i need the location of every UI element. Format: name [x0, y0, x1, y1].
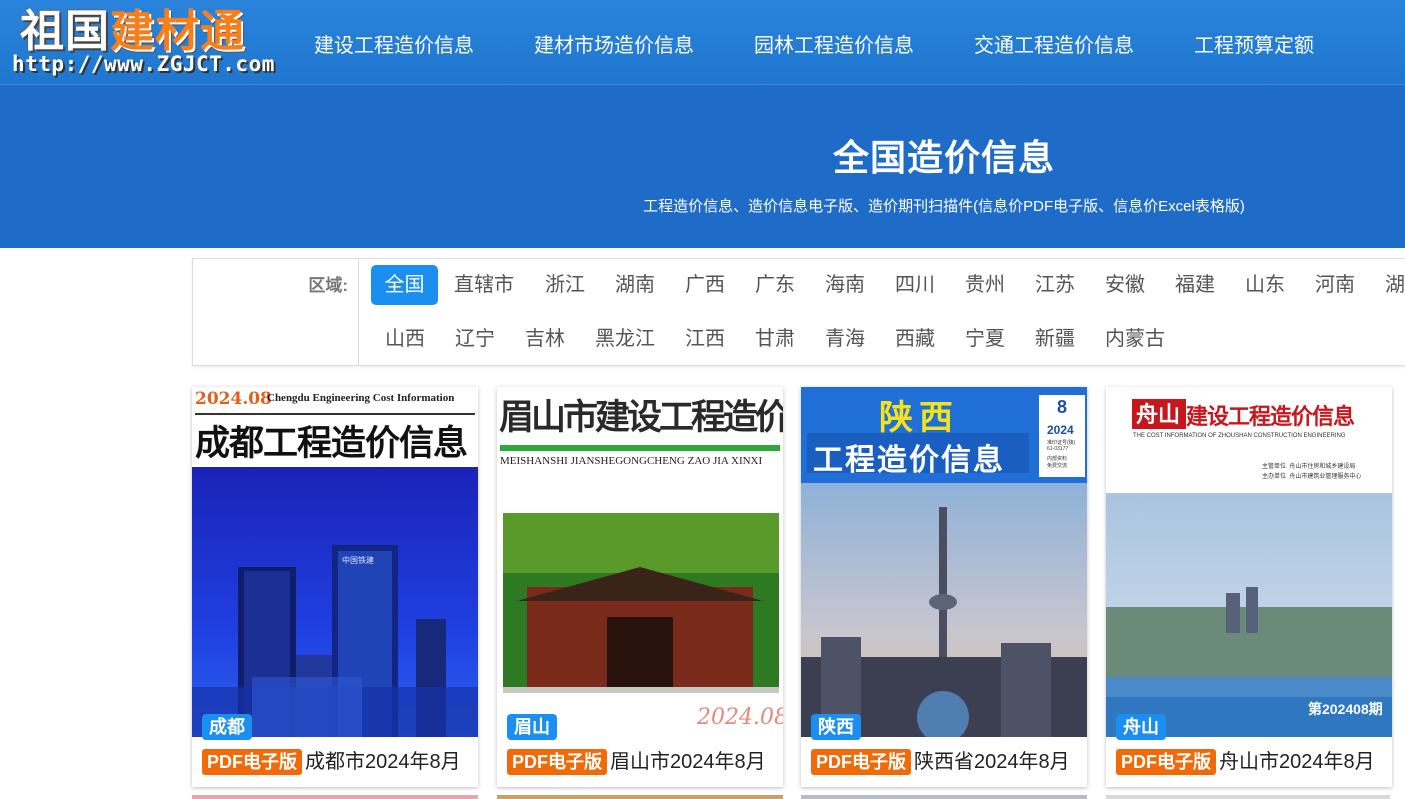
region-shandong[interactable]: 山东: [1233, 265, 1297, 305]
cover-image-chengdu[interactable]: 2024.08 Chengdu Engineering Cost Informa…: [192, 387, 478, 737]
cover-heading: 成都工程造价信息: [195, 423, 468, 464]
cover-host: 主管单位 舟山市住房和城乡建设局: [1262, 461, 1355, 470]
hero-banner: 全国造价信息 工程造价信息、造价信息电子版、造价期刊扫描件(信息价PDF电子版、…: [0, 85, 1405, 248]
publication-card[interactable]: 2024.08 Chengdu Engineering Cost Informa…: [192, 387, 478, 787]
card-caption[interactable]: PDF电子版 眉山市2024年8月: [507, 747, 766, 777]
region-jiangxi[interactable]: 江西: [673, 319, 737, 359]
pdf-badge: PDF电子版: [811, 749, 911, 775]
region-hainan[interactable]: 海南: [813, 265, 877, 305]
region-tag: 眉山: [507, 714, 557, 740]
logo-text-1: 祖国: [20, 6, 110, 57]
cover-english: THE COST INFORMATION OF ZHOUSHAN CONSTRU…: [1133, 433, 1346, 439]
cover-year: 2024.08: [697, 705, 783, 730]
cover-org-label: 主办单位: [1262, 474, 1287, 480]
region-liaoning[interactable]: 辽宁: [443, 319, 507, 359]
region-heilongjiang[interactable]: 黑龙江: [586, 319, 664, 359]
next-row-card-peek: [192, 795, 478, 799]
region-gansu[interactable]: 甘肃: [743, 319, 807, 359]
cover-note-4: 免费交流: [1047, 463, 1068, 469]
publication-card[interactable]: 陕西 工程造价信息 8 2024 准印证号(陕) 61-03177 内部资料 免…: [801, 387, 1087, 787]
region-fujian[interactable]: 福建: [1163, 265, 1227, 305]
cover-org-value: 舟山市建筑业管理服务中心: [1289, 474, 1362, 480]
region-jilin[interactable]: 吉林: [513, 319, 577, 359]
region-hu-truncated[interactable]: 湖: [1373, 265, 1405, 305]
cover-issue-suffix: 期: [1368, 701, 1383, 717]
card-title[interactable]: 成都市2024年8月: [305, 747, 461, 777]
region-ningxia[interactable]: 宁夏: [953, 319, 1017, 359]
cover-english-title: Chengdu Engineering Cost Information: [267, 392, 455, 404]
card-title[interactable]: 舟山市2024年8月: [1219, 747, 1375, 777]
region-henan[interactable]: 河南: [1303, 265, 1367, 305]
cover-note-3: 内部资料: [1047, 456, 1068, 462]
card-caption[interactable]: PDF电子版 陕西省2024年8月: [811, 747, 1070, 777]
region-hunan[interactable]: 湖南: [603, 265, 667, 305]
cover-note-1: 准印证号(陕): [1047, 440, 1076, 446]
card-caption[interactable]: PDF电子版 舟山市2024年8月: [1116, 747, 1375, 777]
region-tag: 舟山: [1116, 714, 1166, 740]
cover-issue-year: 2024: [1322, 701, 1354, 717]
next-row-card-peek: [1106, 795, 1390, 799]
cover-note-2: 61-03177: [1047, 446, 1069, 452]
region-jiangsu[interactable]: 江苏: [1023, 265, 1087, 305]
nav-material-market-cost[interactable]: 建材市场造价信息: [534, 29, 694, 58]
cover-year: 2024: [1047, 423, 1074, 437]
region-qinghai[interactable]: 青海: [813, 319, 877, 359]
cover-org: 主办单位 舟山市建筑业管理服务中心: [1262, 471, 1361, 480]
nav-landscape-cost[interactable]: 园林工程造价信息: [754, 29, 914, 58]
cover-sign: 中国铁建: [342, 556, 374, 565]
logo-url: http://www.ZGJCT.com: [12, 52, 275, 76]
cover-heading-2: 工程造价信息: [813, 443, 1005, 478]
card-title[interactable]: 眉山市2024年8月: [610, 747, 766, 777]
publication-card[interactable]: 眉山市建设工程造价信息 MEISHANSHI JIANSHEGONGCHENG …: [497, 387, 783, 787]
region-neimenggu[interactable]: 内蒙古: [1096, 319, 1174, 359]
page-title: 全国造价信息: [832, 137, 1055, 178]
cover-image-zhoushan[interactable]: 舟山 建设工程造价信息 THE COST INFORMATION OF ZHOU…: [1106, 387, 1392, 737]
region-filter-label: 区域:: [308, 276, 348, 295]
card-title[interactable]: 陕西省2024年8月: [914, 747, 1070, 777]
region-guangxi[interactable]: 广西: [673, 265, 737, 305]
cover-issue-no: 8: [1057, 397, 1068, 417]
next-row-card-peek: [497, 795, 783, 799]
region-zhixiashi[interactable]: 直辖市: [449, 265, 519, 305]
region-sichuan[interactable]: 四川: [883, 265, 947, 305]
nav-traffic-cost[interactable]: 交通工程造价信息: [974, 29, 1134, 58]
cover-host-value: 舟山市住房和城乡建设局: [1289, 464, 1356, 470]
region-tag: 成都: [202, 714, 252, 740]
region-shanxi[interactable]: 山西: [373, 319, 437, 359]
logo-text-2: 建材通: [110, 6, 245, 57]
top-header: 祖国建材通 http://www.ZGJCT.com 建设工程造价信息 建材市场…: [0, 0, 1405, 85]
cover-issue-prefix: 第: [1308, 701, 1322, 717]
cover-city: 舟山: [1136, 402, 1181, 428]
nav-construction-cost[interactable]: 建设工程造价信息: [314, 29, 474, 58]
region-filter: 区域: 全国 直辖市 浙江 湖南 广西 广东 海南 四川 贵州 江苏 安徽 福建…: [192, 258, 1405, 366]
card-caption[interactable]: PDF电子版 成都市2024年8月: [202, 747, 461, 777]
cover-issue-no: 08: [1353, 701, 1369, 717]
cover-heading-1: 陕西: [879, 398, 959, 438]
region-tag: 陕西: [811, 714, 861, 740]
page-subtitle: 工程造价信息、造价信息电子版、造价期刊扫描件(信息价PDF电子版、信息价Exce…: [643, 198, 1245, 215]
region-zhejiang[interactable]: 浙江: [533, 265, 597, 305]
cover-heading: 眉山市建设工程造价信息: [499, 397, 783, 438]
nav-budget-quota[interactable]: 工程预算定额: [1194, 29, 1314, 58]
region-xizang[interactable]: 西藏: [883, 319, 947, 359]
region-guangdong[interactable]: 广东: [743, 265, 807, 305]
publication-card[interactable]: 舟山 建设工程造价信息 THE COST INFORMATION OF ZHOU…: [1106, 387, 1392, 787]
pdf-badge: PDF电子版: [202, 749, 302, 775]
region-filter-label-cell: 区域:: [193, 259, 359, 365]
cover-heading: 建设工程造价信息: [1186, 404, 1355, 429]
cover-image-shaanxi[interactable]: 陕西 工程造价信息 8 2024 准印证号(陕) 61-03177 内部资料 免…: [801, 387, 1087, 737]
region-guizhou[interactable]: 贵州: [953, 265, 1017, 305]
cover-host-label: 主管单位: [1262, 464, 1287, 470]
region-xinjiang[interactable]: 新疆: [1023, 319, 1087, 359]
cover-pinyin: MEISHANSHI JIANSHEGONGCHENG ZAO JIA XINX…: [500, 455, 763, 467]
next-row-card-peek: [801, 795, 1087, 799]
site-logo[interactable]: 祖国建材通 http://www.ZGJCT.com: [12, 6, 277, 80]
cover-issue: 第202408期: [1308, 699, 1383, 719]
pdf-badge: PDF电子版: [1116, 749, 1216, 775]
pdf-badge: PDF电子版: [507, 749, 607, 775]
cover-issue: 2024.08: [195, 389, 272, 409]
cover-image-meishan[interactable]: 眉山市建设工程造价信息 MEISHANSHI JIANSHEGONGCHENG …: [497, 387, 783, 737]
region-anhui[interactable]: 安徽: [1093, 265, 1157, 305]
region-quanguo[interactable]: 全国: [371, 265, 438, 305]
